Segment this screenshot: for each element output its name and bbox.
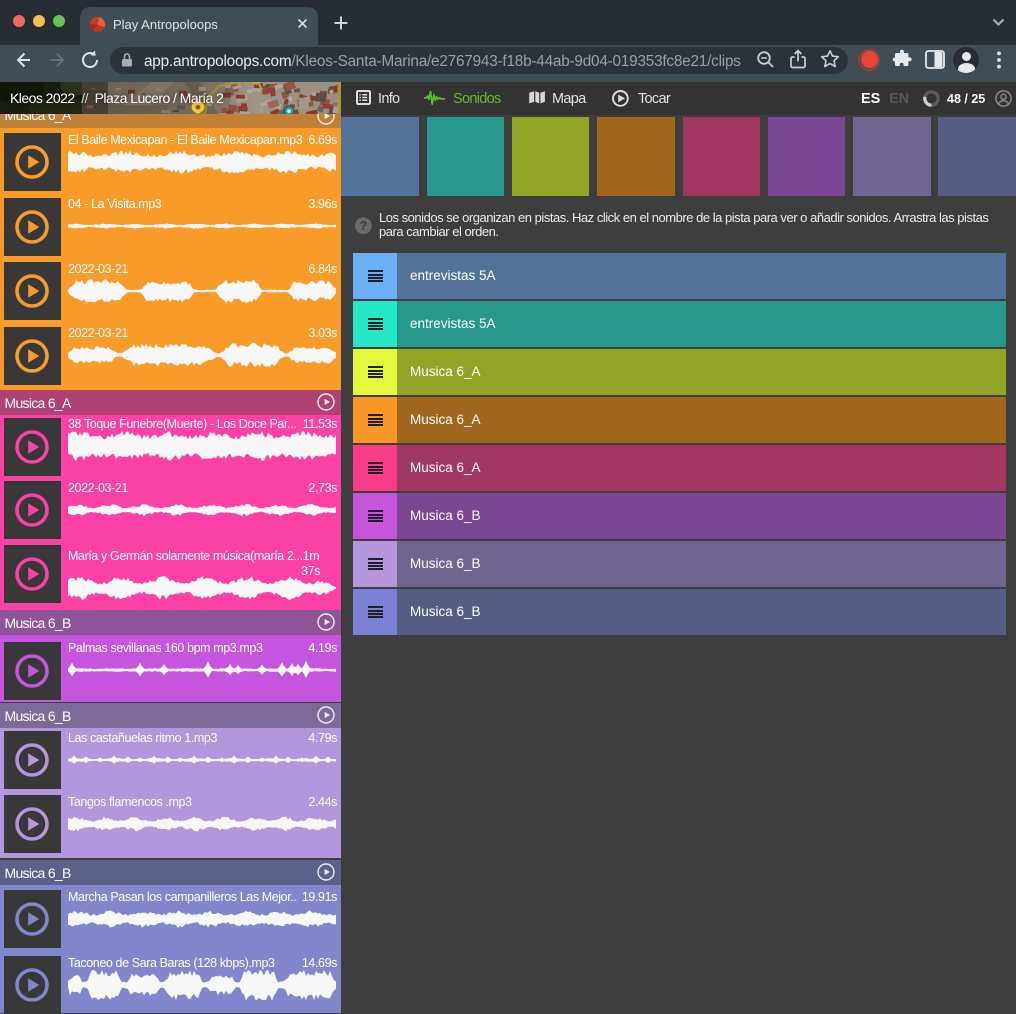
svg-text:?: ? bbox=[359, 219, 367, 233]
